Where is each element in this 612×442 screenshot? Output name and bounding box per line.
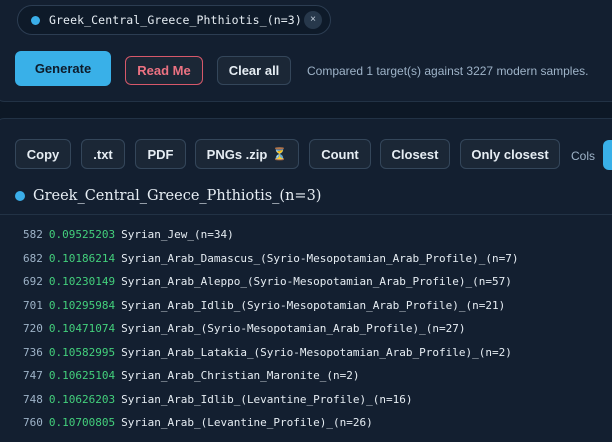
rank: 692 xyxy=(23,275,43,288)
export-txt-button[interactable]: .txt xyxy=(81,139,125,169)
sample-header: Greek_Central_Greece_Phthiotis_(n=3) xyxy=(15,188,321,204)
list-item: 582 0.09525203 Syrian_Jew_(n=34) xyxy=(23,227,518,251)
distance-value: 0.10700805 xyxy=(48,416,116,429)
list-item: 701 0.10295984 Syrian_Arab_Idlib_(Syrio-Me… xyxy=(23,298,518,322)
target-color-dot xyxy=(31,15,40,25)
population-name: Syrian_Arab_Aleppo_(Syrio-Mesopotamian_A… xyxy=(121,275,512,288)
distance-value: 0.09525203 xyxy=(48,228,116,241)
hourglass-icon: ⏳ xyxy=(272,147,288,161)
list-item: 692 0.10230149 Syrian_Arab_Aleppo_(Syrio-M… xyxy=(23,274,518,298)
rank: 582 xyxy=(23,228,43,241)
list-item: 720 0.10471074 Syrian_Arab_(Syrio-Mesopota… xyxy=(23,321,518,345)
closest-button[interactable]: Closest xyxy=(380,139,450,169)
population-name: Syrian_Arab_Christian_Maronite_(n=2) xyxy=(121,369,360,382)
only-closest-button[interactable]: Only closest xyxy=(460,139,560,169)
sample-color-dot xyxy=(15,191,25,201)
cols-toggle[interactable] xyxy=(603,140,612,170)
distance-value: 0.10230149 xyxy=(48,275,116,288)
export-pngs-zip-label: PNGs .zip xyxy=(206,146,268,162)
distance-value: 0.10626203 xyxy=(48,392,116,406)
close-icon[interactable]: × xyxy=(304,11,322,29)
distance-value: 0.10582995 xyxy=(48,345,116,359)
rank: 748 xyxy=(23,392,43,406)
count-button[interactable]: Count xyxy=(309,139,371,169)
rank: 701 xyxy=(23,298,43,312)
status-text: Compared 1 target(s) against 3227 modern… xyxy=(307,64,589,78)
generate-button[interactable]: Generate xyxy=(15,51,111,86)
rank: 747 xyxy=(23,369,43,382)
population-name: Syrian_Arab_Idlib_(Syrio-Mesopotamian_Ar… xyxy=(121,298,506,312)
population-name: Syrian_Arab_Latakia_(Syrio-Mesopotamian_… xyxy=(121,345,512,359)
rank: 736 xyxy=(23,345,43,359)
distance-list: 582 0.09525203 Syrian_Jew_(n=34) 682 0.1018… xyxy=(23,227,518,439)
distance-value: 0.10471074 xyxy=(48,322,116,335)
list-item: 760 0.10700805 Syrian_Arab_(Levantine_Prof… xyxy=(23,415,518,439)
copy-button[interactable]: Copy xyxy=(15,139,71,169)
rank: 760 xyxy=(23,416,43,429)
target-chip-label: Greek_Central_Greece_Phthiotis_(n=3) xyxy=(49,13,302,27)
clear-all-button[interactable]: Clear all xyxy=(217,56,291,85)
list-item: 748 0.10626203 Syrian_Arab_Idlib_(Levantin… xyxy=(23,392,518,416)
population-name: Syrian_Arab_Damascus_(Syrio-Mesopotamian… xyxy=(121,251,519,265)
list-item: 682 0.10186214 Syrian_Arab_Damascus_(Syrio… xyxy=(23,251,518,275)
list-item: 747 0.10625104 Syrian_Arab_Christian_Maron… xyxy=(23,368,518,392)
divider xyxy=(0,214,612,215)
rank: 682 xyxy=(23,251,43,265)
distance-value: 0.10295984 xyxy=(48,298,116,312)
population-name: Syrian_Arab_(Levantine_Profile)_(n=26) xyxy=(121,416,373,429)
read-me-button[interactable]: Read Me xyxy=(125,56,203,85)
rank: 720 xyxy=(23,322,43,335)
target-chip[interactable]: Greek_Central_Greece_Phthiotis_(n=3) × xyxy=(17,5,331,35)
population-name: Syrian_Arab_Idlib_(Levantine_Profile)_(n… xyxy=(121,392,413,406)
export-pngs-zip-button[interactable]: PNGs .zip ⏳ xyxy=(195,139,299,169)
population-name: Syrian_Arab_(Syrio-Mesopotamian_Arab_Pro… xyxy=(121,322,466,335)
distance-value: 0.10625104 xyxy=(48,369,116,382)
population-name: Syrian_Jew_(n=34) xyxy=(121,228,234,241)
list-item: 736 0.10582995 Syrian_Arab_Latakia_(Syrio-… xyxy=(23,345,518,369)
export-pdf-button[interactable]: PDF xyxy=(135,139,186,169)
distance-value: 0.10186214 xyxy=(48,251,116,265)
sample-title: Greek_Central_Greece_Phthiotis_(n=3) xyxy=(33,188,322,204)
cols-label: Cols xyxy=(571,149,596,163)
